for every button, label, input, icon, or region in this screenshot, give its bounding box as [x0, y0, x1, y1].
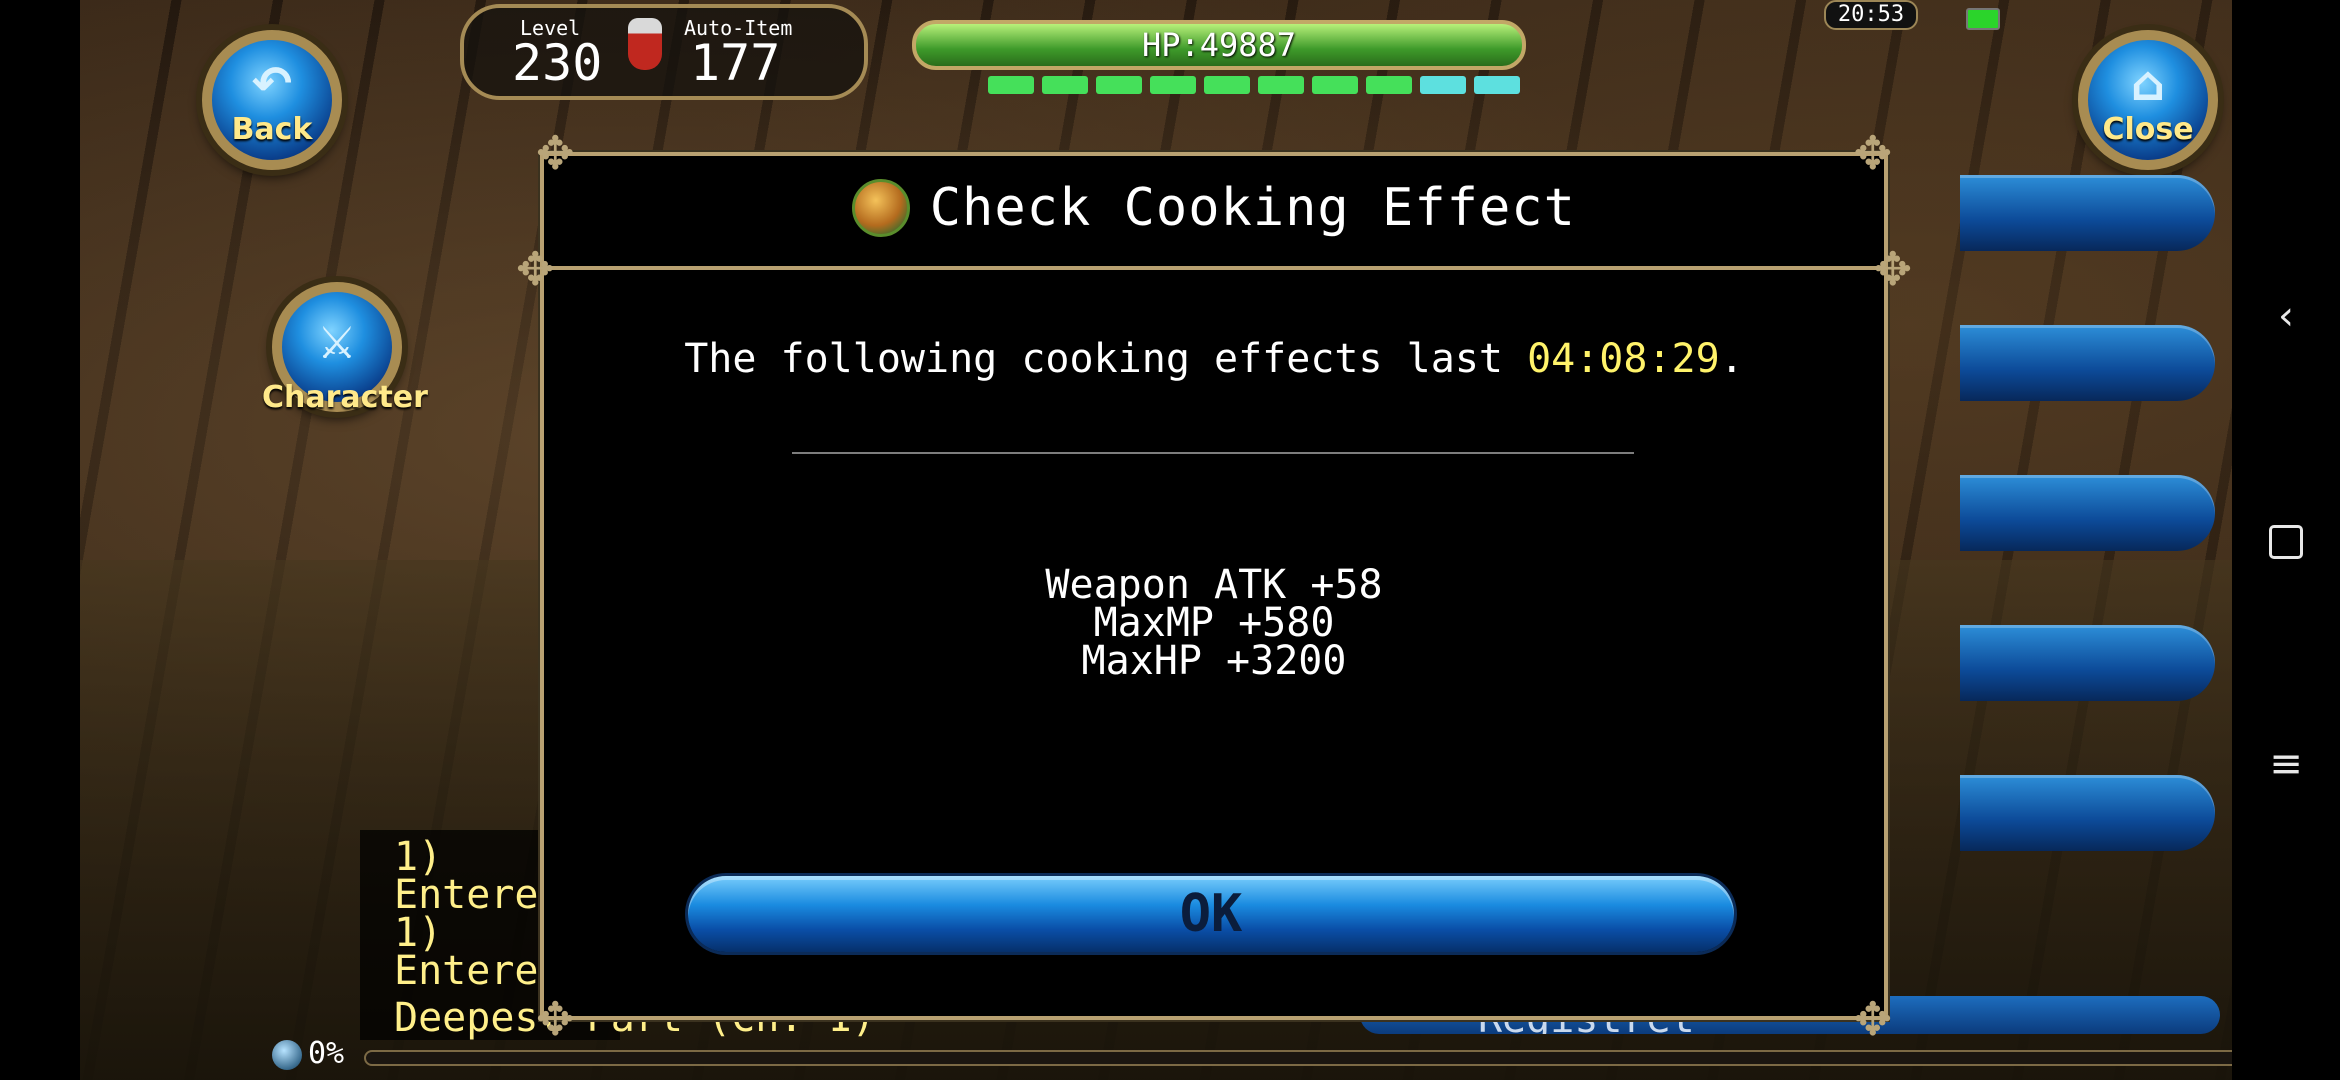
mp-segment: [1204, 76, 1250, 94]
exp-bar: [364, 1050, 2232, 1066]
level-value: 230: [512, 34, 603, 92]
square-icon[interactable]: [2262, 516, 2310, 564]
duration-suffix: .: [1719, 336, 1744, 382]
effects-list: Weapon ATK +58 MaxMP +580 MaxHP +3200: [544, 562, 1884, 684]
effect-item: MaxHP +3200: [1081, 638, 1347, 684]
menu-list: [1960, 175, 2215, 925]
exp-percent: 0%: [308, 1036, 345, 1071]
corner-ornament-icon: ✥: [536, 992, 575, 1046]
mp-segment: [1150, 76, 1196, 94]
clock: 20:53: [1824, 0, 1918, 30]
close-button[interactable]: ⌂ Close: [2078, 30, 2218, 170]
effect-item: Weapon ATK +58: [1045, 562, 1383, 608]
dialog-header: Check Cooking Effect: [544, 156, 1884, 270]
back-label: Back: [231, 112, 313, 147]
menu-list-button[interactable]: [1960, 325, 2215, 401]
divider: [792, 452, 1634, 454]
corner-ornament-icon: ✥: [1853, 126, 1892, 180]
menu-list-button[interactable]: [1960, 775, 2215, 851]
mp-segments: [988, 76, 1520, 94]
swordsman-icon: ⚔: [317, 318, 357, 369]
duration-time: 04:08:29: [1527, 336, 1720, 382]
dialog-title-wrap: Check Cooking Effect: [544, 178, 1884, 238]
corner-ornament-icon: ✥: [536, 126, 575, 180]
potion-icon: [628, 18, 662, 70]
auto-item-value: 177: [690, 34, 781, 92]
duration-prefix: The following cooking effects last: [684, 336, 1528, 382]
mp-segment: [1096, 76, 1142, 94]
mp-segment: [988, 76, 1034, 94]
effect-item: MaxMP +580: [1093, 600, 1335, 646]
menu-list-button[interactable]: [1960, 475, 2215, 551]
hp-bar: HP:49887: [912, 20, 1526, 70]
mp-segment: [1042, 76, 1088, 94]
dialog-title: Check Cooking Effect: [929, 178, 1576, 238]
cooking-pot-icon: [852, 179, 911, 237]
chevron-left-icon[interactable]: ‹: [2262, 292, 2310, 340]
mp-segment: [1258, 76, 1304, 94]
back-arrow-icon: ↶: [251, 56, 293, 112]
corner-ornament-icon: ✥: [1873, 242, 1912, 296]
close-label: Close: [2102, 112, 2194, 147]
battery-icon: [1966, 8, 2000, 30]
menu-list-button[interactable]: [1960, 625, 2215, 701]
back-button[interactable]: ↶ Back: [202, 30, 342, 170]
duration-text: The following cooking effects last 04:08…: [544, 336, 1884, 382]
corner-ornament-icon: ✥: [1853, 992, 1892, 1046]
mp-segment: [1420, 76, 1466, 94]
exp-gem-icon: [272, 1040, 302, 1070]
ok-button[interactable]: OK: [688, 876, 1734, 952]
mp-segment: [1312, 76, 1358, 94]
character-label: Character: [262, 380, 428, 415]
cooking-effect-dialog: Check Cooking Effect ✥ ✥ ✥ ✥ ✥ ✥ The fol…: [516, 126, 1912, 1046]
home-icon: ⌂: [2130, 56, 2166, 112]
mp-segment: [1366, 76, 1412, 94]
menu-icon[interactable]: ≡: [2262, 740, 2310, 788]
corner-ornament-icon: ✥: [516, 242, 555, 296]
mp-segment: [1474, 76, 1520, 94]
android-nav-bar: ‹ ≡: [2232, 0, 2340, 1080]
menu-list-button[interactable]: [1960, 175, 2215, 251]
